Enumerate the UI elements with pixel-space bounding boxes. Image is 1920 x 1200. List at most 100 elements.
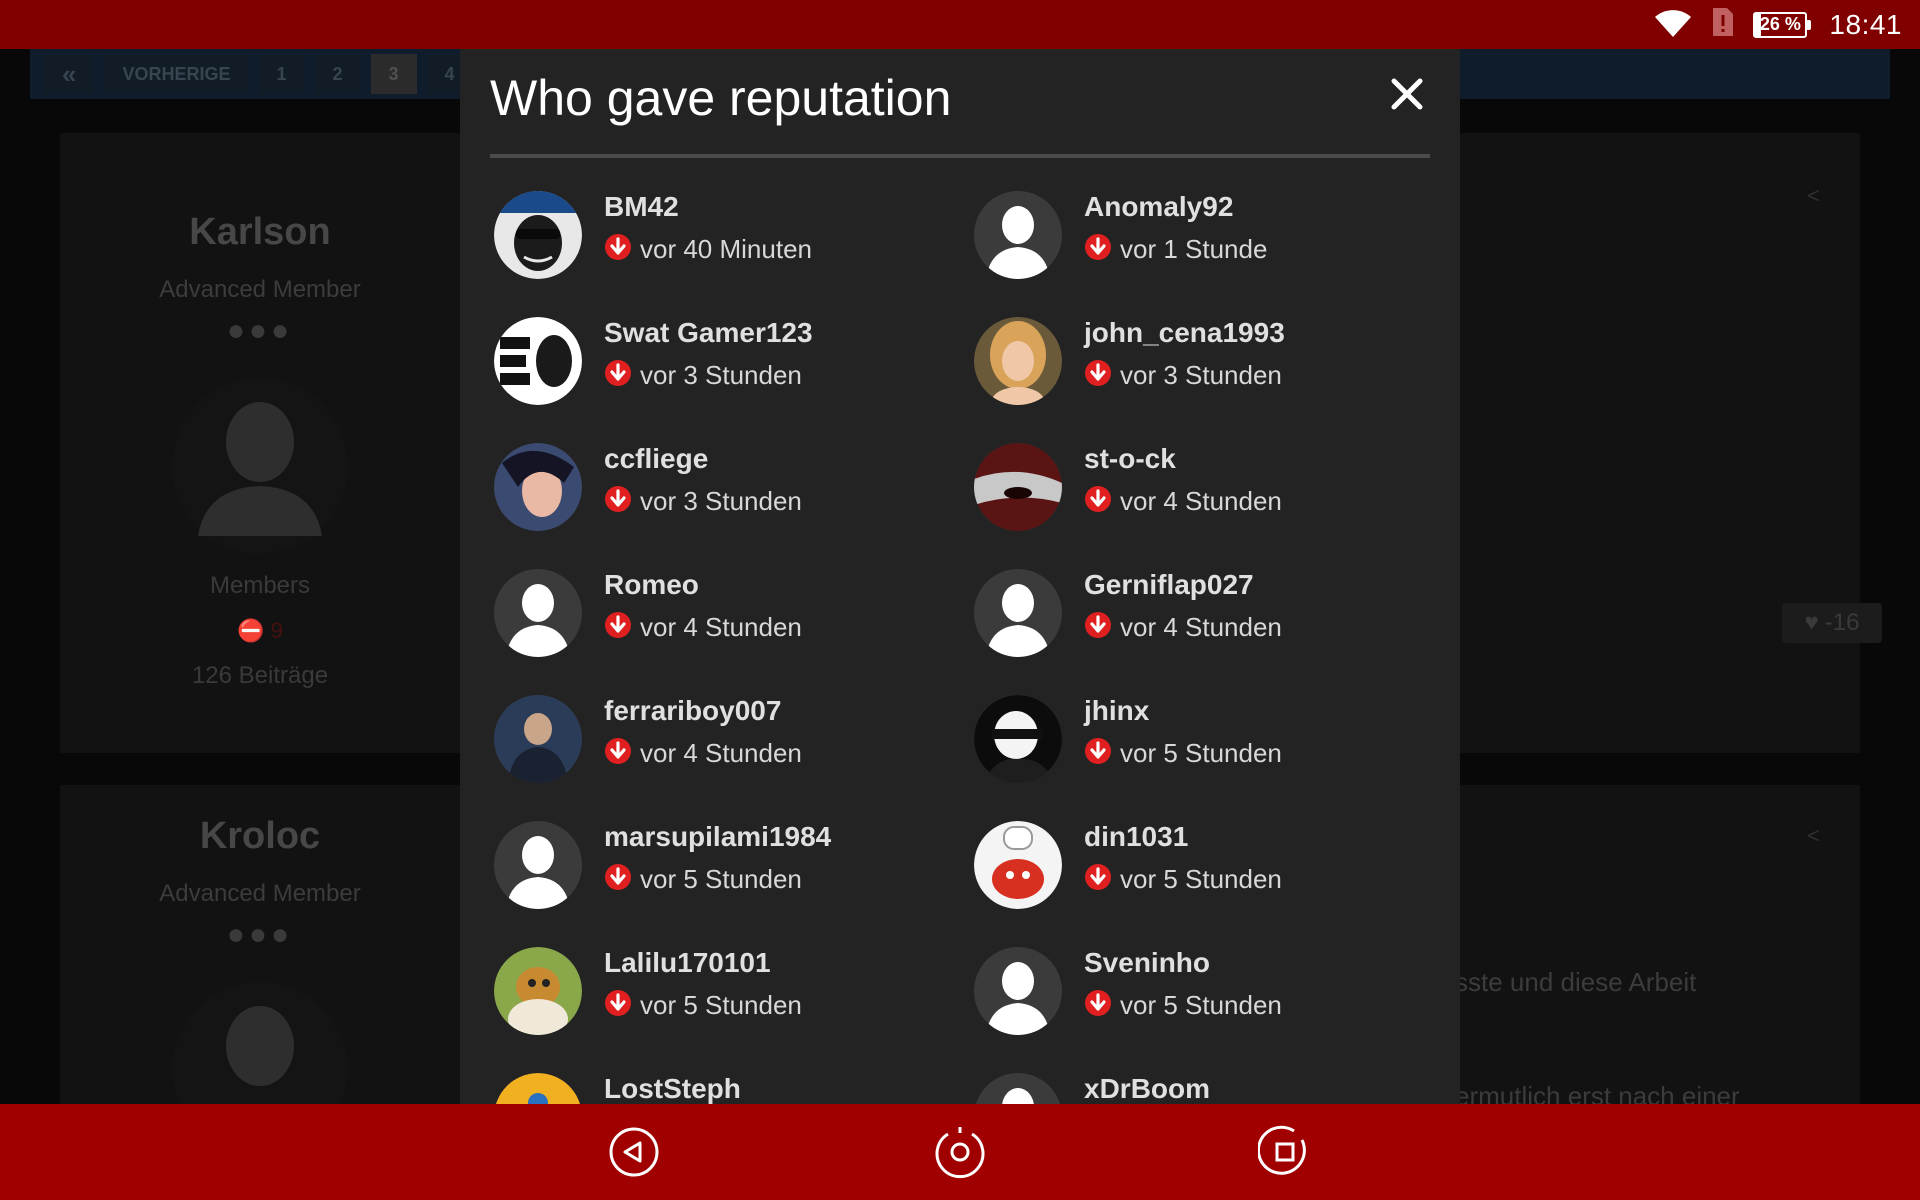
reputation-time: vor 40 Minuten xyxy=(640,234,812,264)
close-icon xyxy=(1391,78,1423,110)
reputation-entry[interactable]: ferrariboy007 vor 4 Stunden xyxy=(494,693,974,819)
username-link[interactable]: st-o-ck xyxy=(1084,443,1176,475)
home-button[interactable] xyxy=(932,1124,988,1180)
downvote-icon xyxy=(1084,233,1112,266)
username-link[interactable]: Anomaly92 xyxy=(1084,191,1233,223)
username-link[interactable]: ferrariboy007 xyxy=(604,695,781,727)
blonde-woman-avatar[interactable] xyxy=(974,317,1062,405)
close-button[interactable] xyxy=(1382,69,1432,119)
downvote-icon xyxy=(604,233,632,266)
reputation-meta: vor 5 Stunden xyxy=(1084,989,1282,1022)
reputation-time: vor 4 Stunden xyxy=(640,612,802,642)
username-link[interactable]: marsupilami1984 xyxy=(604,821,831,853)
red-eye-avatar[interactable] xyxy=(974,443,1062,531)
reputation-time: vor 4 Stunden xyxy=(1120,612,1282,642)
username-link[interactable]: xDrBoom xyxy=(1084,1073,1210,1104)
reputation-entry[interactable]: din1031 vor 5 Stunden xyxy=(974,819,1454,945)
first-page-button[interactable]: « xyxy=(44,54,95,94)
reputation-entry[interactable]: Sveninho vor 5 Stunden xyxy=(974,945,1454,1071)
username-link[interactable]: jhinx xyxy=(1084,695,1149,727)
default-avatar[interactable] xyxy=(974,947,1062,1035)
navigation-bar xyxy=(0,1104,1920,1200)
username-link[interactable]: ccfliege xyxy=(604,443,708,475)
reputation-meta: vor 5 Stunden xyxy=(1084,863,1282,896)
page-1-button[interactable]: 1 xyxy=(258,54,305,94)
recents-button[interactable] xyxy=(1257,1124,1313,1180)
cartoon-duck-avatar[interactable] xyxy=(494,947,582,1035)
reputation-entry[interactable]: john_cena1993vor 3 Stunden xyxy=(974,315,1454,441)
post-reputation-value: 9 xyxy=(270,618,283,643)
reputation-entry[interactable]: Swat Gamer123 vor 3 Stunden xyxy=(494,315,974,441)
reputation-time: vor 3 Stunden xyxy=(1120,360,1282,390)
post-rank: Advanced Member xyxy=(159,880,361,907)
moderator-avatar[interactable] xyxy=(494,191,582,279)
reputation-entry[interactable]: LostSteph xyxy=(494,1071,974,1104)
reputation-entry[interactable]: xDrBoom xyxy=(974,1071,1454,1104)
reputation-entry[interactable]: marsupilami1984 vor 5 Stunden xyxy=(494,819,974,945)
post-text-line: sste und diese Arbeit xyxy=(1455,967,1697,997)
rank-pips: ●●● xyxy=(226,314,294,347)
rank-pips: ●●● xyxy=(226,918,294,951)
yellow-avatar[interactable] xyxy=(494,1073,582,1104)
reputation-meta: vor 5 Stunden xyxy=(604,989,802,1022)
home-icon xyxy=(935,1127,985,1179)
page-2-button[interactable]: 2 xyxy=(314,54,361,94)
default-avatar[interactable] xyxy=(494,821,582,909)
reputation-meta: vor 3 Stunden xyxy=(604,359,802,392)
game-girl-avatar[interactable] xyxy=(494,443,582,531)
username-link[interactable]: Romeo xyxy=(604,569,699,601)
reputation-time: vor 5 Stunden xyxy=(640,990,802,1020)
back-button[interactable] xyxy=(606,1124,662,1180)
text-logo-avatar[interactable] xyxy=(494,317,582,405)
masked-figure-avatar[interactable] xyxy=(974,695,1062,783)
post-count: 126 Beiträge xyxy=(191,662,329,689)
username-link[interactable]: Lalilu170101 xyxy=(604,947,771,979)
downvote-icon xyxy=(604,359,632,392)
post-text-line: ermutlich erst nach einer xyxy=(1455,1081,1740,1104)
username-link[interactable]: john_cena1993 xyxy=(1084,317,1285,349)
reputation-entry[interactable]: BM42 vor 40 Minuten xyxy=(494,189,974,315)
default-avatar[interactable] xyxy=(974,191,1062,279)
username-link[interactable]: Swat Gamer123 xyxy=(604,317,813,349)
username-link[interactable]: Sveninho xyxy=(1084,947,1210,979)
reputation-entry[interactable]: jhinx vor 5 Stunden xyxy=(974,693,1454,819)
default-avatar[interactable] xyxy=(974,569,1062,657)
reputation-entry[interactable]: st-o-ck vor 4 Stunden xyxy=(974,441,1454,567)
reputation-time: vor 3 Stunden xyxy=(640,486,802,516)
username-link[interactable]: BM42 xyxy=(604,191,679,223)
reputation-meta: vor 5 Stunden xyxy=(1084,737,1282,770)
reputation-entry[interactable]: Anomaly92 vor 1 Stunde xyxy=(974,189,1454,315)
reputation-entry[interactable]: Gerniflap027 vor 4 Stunden xyxy=(974,567,1454,693)
downvote-icon xyxy=(604,737,632,770)
heart-icon: ♥ xyxy=(1804,609,1819,636)
default-avatar[interactable] xyxy=(494,569,582,657)
reputation-meta: vor 4 Stunden xyxy=(604,611,802,644)
battery-icon: 26 % xyxy=(1753,11,1812,38)
post-author[interactable]: Kroloc xyxy=(60,815,460,858)
avatar[interactable] xyxy=(170,376,350,556)
username-link[interactable]: LostSteph xyxy=(604,1073,741,1104)
username-link[interactable]: Gerniflap027 xyxy=(1084,569,1254,601)
post-author[interactable]: Karlson xyxy=(60,211,460,254)
cartoon-chef-avatar[interactable] xyxy=(974,821,1062,909)
page-3-button[interactable]: 3 xyxy=(370,54,417,94)
reputation-dialog: Who gave reputation BM42 vor 40 Minuten An… xyxy=(460,49,1460,1104)
previous-page-button[interactable]: VORHERIGE xyxy=(104,54,249,94)
share-icon[interactable]: < xyxy=(1807,823,1820,849)
username-link[interactable]: din1031 xyxy=(1084,821,1188,853)
reputation-meta: vor 4 Stunden xyxy=(1084,611,1282,644)
reputation-entry[interactable]: Lalilu170101 vor 5 Stunden xyxy=(494,945,974,1071)
reputation-entry[interactable]: Romeo vor 4 Stunden xyxy=(494,567,974,693)
battery-level: 26 % xyxy=(1759,14,1801,34)
reputation-time: vor 5 Stunden xyxy=(640,864,802,894)
default-avatar[interactable] xyxy=(974,1073,1062,1104)
reputation-time: vor 4 Stunden xyxy=(1120,486,1282,516)
game-hero-avatar[interactable] xyxy=(494,695,582,783)
avatar[interactable] xyxy=(170,980,350,1104)
divider xyxy=(490,154,1430,158)
reputation-entry[interactable]: ccfliege vor 3 Stunden xyxy=(494,441,974,567)
downvote-icon xyxy=(1084,737,1112,770)
reputation-button[interactable]: ♥ -16 xyxy=(1782,603,1882,643)
wifi-icon xyxy=(1653,5,1693,44)
share-icon[interactable]: < xyxy=(1807,183,1820,209)
